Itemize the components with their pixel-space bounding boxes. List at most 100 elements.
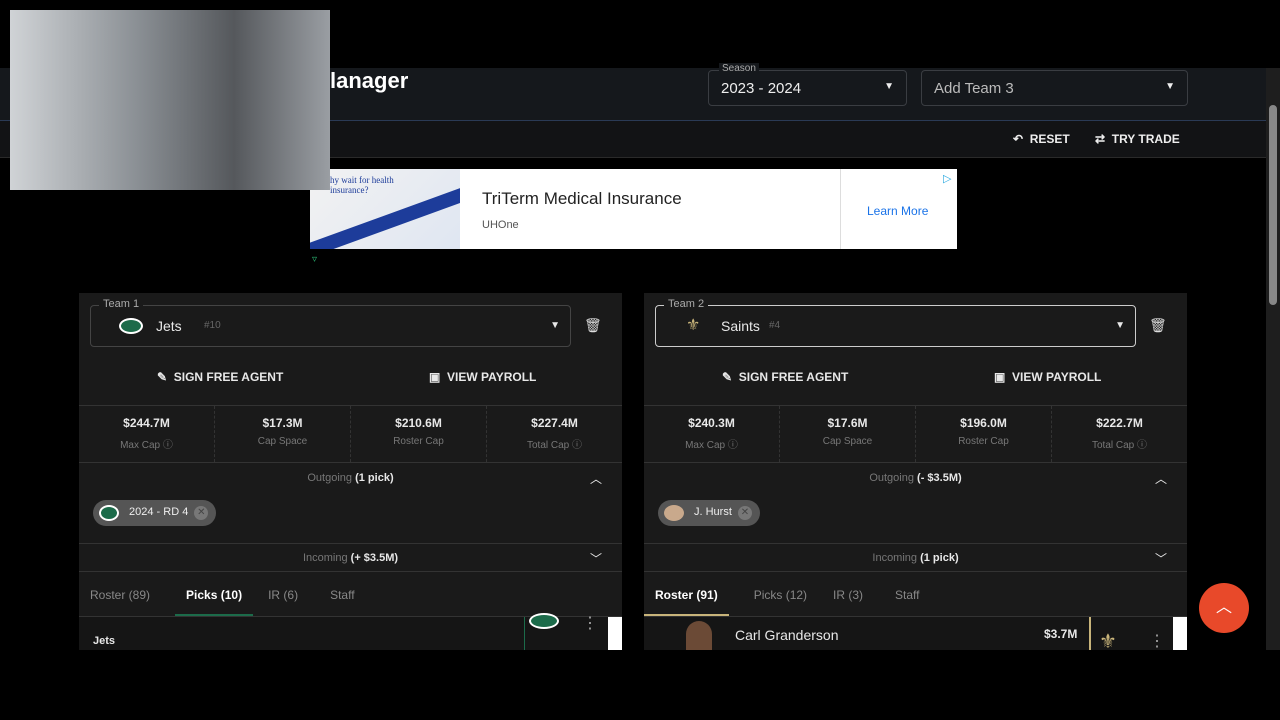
learn-more-link[interactable]: Learn More xyxy=(867,204,928,218)
view-payroll-button[interactable]: ▣ VIEW PAYROLL xyxy=(994,370,1101,384)
season-label: Season xyxy=(719,63,759,74)
team-rank: #4 xyxy=(769,320,781,331)
more-vert-icon[interactable]: ⋮ xyxy=(582,613,598,633)
reset-button[interactable]: ↶ RESET xyxy=(1013,132,1070,146)
undo-icon: ↶ xyxy=(1013,132,1024,146)
stat-total-cap: $227.4M Total Cap ⓘ xyxy=(526,416,583,451)
payroll-icon: ▣ xyxy=(429,370,441,384)
remove-chip-icon[interactable]: ✕ xyxy=(194,506,209,520)
team-label: Team 1 xyxy=(99,298,144,310)
season-select[interactable]: Season 2023 - 2024 ▼ xyxy=(708,63,907,106)
team-name: Saints xyxy=(721,318,760,334)
payroll-icon: ▣ xyxy=(994,370,1006,384)
incoming-header[interactable]: Incoming (1 pick) ﹀ xyxy=(644,543,1187,572)
sign-free-agent-button[interactable]: ✎ SIGN FREE AGENT xyxy=(722,370,848,384)
list-item[interactable]: Jets ⋮ xyxy=(79,613,622,650)
app-title: lanager xyxy=(330,68,409,93)
letterbox xyxy=(0,650,1280,720)
document-icon: ✎ xyxy=(157,370,168,384)
sign-label: SIGN FREE AGENT xyxy=(173,370,284,384)
scroll-top-button[interactable]: ︿ xyxy=(1199,583,1249,633)
fleur-de-lis-icon: ⚜ xyxy=(1099,631,1117,650)
stat-cap-space: $17.6M Cap Space xyxy=(780,406,916,462)
info-icon[interactable]: ⓘ xyxy=(728,440,738,451)
jets-logo-icon xyxy=(529,613,559,629)
swap-icon: ⇄ xyxy=(1095,132,1106,146)
ad-advertiser: UHOne xyxy=(482,219,519,231)
info-icon[interactable]: ⓘ xyxy=(572,440,582,451)
chevron-down-icon: ﹀ xyxy=(589,552,602,566)
scrollbar[interactable] xyxy=(1173,617,1187,650)
chevron-up-icon: ︿ xyxy=(1215,599,1232,616)
season-value: 2023 - 2024 xyxy=(721,80,802,97)
stat-cap-space: $17.3M Cap Space xyxy=(215,406,351,462)
ad-image-text: hy wait for health insurance? xyxy=(330,175,394,195)
player-avatar xyxy=(686,621,712,650)
add-team-placeholder: Add Team 3 xyxy=(934,80,1014,97)
trash-icon[interactable]: 🗑 xyxy=(584,317,602,334)
player-name: Carl Granderson xyxy=(735,627,839,643)
filter-icon: ▿ xyxy=(312,254,318,265)
tab-staff[interactable]: Staff xyxy=(884,573,930,616)
team-rank: #10 xyxy=(204,320,221,331)
remove-chip-icon[interactable]: ✕ xyxy=(737,506,752,520)
ad-image: hy wait for health insurance? xyxy=(310,169,460,249)
team-1-panel: Team 1 Jets #10 ▼ 🗑 ✎ SIGN FREE AGENT ▣ … xyxy=(79,293,622,650)
payroll-label: VIEW PAYROLL xyxy=(1012,370,1102,384)
outgoing-chip: 2024 - RD 4 ✕ xyxy=(93,500,217,526)
jets-logo-icon xyxy=(99,505,119,521)
info-icon[interactable]: ⓘ xyxy=(1137,440,1147,451)
tab-staff[interactable]: Staff xyxy=(319,573,365,616)
scrollbar[interactable] xyxy=(608,617,622,650)
tab-roster[interactable]: Roster (89) xyxy=(79,573,161,616)
team-2-tabs: Roster (91) Picks (12) IR (3) Staff xyxy=(644,573,1187,617)
ad-banner[interactable]: hy wait for health insurance? TriTerm Me… xyxy=(310,169,957,249)
trash-icon[interactable]: 🗑 xyxy=(1149,317,1167,334)
player-cap-hit: $3.7M xyxy=(1044,627,1078,641)
outgoing-header[interactable]: Outgoing (1 pick) ︿ xyxy=(79,464,622,493)
team-1-tabs: Roster (89) Picks (10) IR (6) Staff xyxy=(79,573,622,617)
outgoing-header[interactable]: Outgoing (- $3.5M) ︿ xyxy=(644,464,1187,493)
row-label: Jets xyxy=(93,635,116,647)
cap-stats: $244.7M Max Cap ⓘ $17.3M Cap Space $210.6M… xyxy=(79,405,622,463)
chevron-down-icon: ﹀ xyxy=(1154,552,1167,566)
tab-picks[interactable]: Picks (10) xyxy=(175,573,254,616)
webcam-overlay xyxy=(10,10,330,190)
stat-roster-cap: $196.0M Roster Cap xyxy=(916,406,1052,462)
tab-roster[interactable]: Roster (91) xyxy=(644,573,729,616)
team-2-select[interactable]: Team 2 ⚜ Saints #4 ▼ xyxy=(655,298,1136,347)
info-icon[interactable]: ⓘ xyxy=(163,440,173,451)
stat-max-cap: $244.7M Max Cap ⓘ xyxy=(79,406,215,462)
tab-ir[interactable]: IR (6) xyxy=(257,573,309,616)
tab-ir[interactable]: IR (3) xyxy=(822,573,874,616)
incoming-header[interactable]: Incoming (+ $3.5M) ﹀ xyxy=(79,543,622,572)
ad-choices-icon[interactable]: ▷ xyxy=(943,172,951,185)
sign-label: SIGN FREE AGENT xyxy=(738,370,849,384)
sign-free-agent-button[interactable]: ✎ SIGN FREE AGENT xyxy=(157,370,283,384)
more-vert-icon[interactable]: ⋮ xyxy=(1149,631,1165,650)
payroll-label: VIEW PAYROLL xyxy=(447,370,537,384)
team-name: Jets xyxy=(156,318,182,334)
jets-logo-icon xyxy=(119,318,143,334)
scrollbar-thumb[interactable] xyxy=(1269,105,1277,305)
try-trade-label: TRY TRADE xyxy=(1111,132,1180,146)
player-avatar xyxy=(664,505,684,521)
cap-stats: $240.3M Max Cap ⓘ $17.6M Cap Space $196.0M… xyxy=(644,405,1187,463)
team-1-select[interactable]: Team 1 Jets #10 ▼ xyxy=(90,298,571,347)
add-team-select[interactable]: Add Team 3 ▼ xyxy=(921,70,1188,106)
try-trade-button[interactable]: ⇄ TRY TRADE xyxy=(1095,132,1180,146)
caret-down-icon: ▼ xyxy=(1115,320,1125,331)
stat-total-cap: $222.7M Total Cap ⓘ xyxy=(1091,416,1148,451)
document-icon: ✎ xyxy=(722,370,733,384)
caret-down-icon: ▼ xyxy=(550,320,560,331)
fleur-de-lis-icon: ⚜ xyxy=(686,317,701,334)
view-payroll-button[interactable]: ▣ VIEW PAYROLL xyxy=(429,370,536,384)
tab-picks[interactable]: Picks (12) xyxy=(743,573,818,616)
chevron-up-icon: ︿ xyxy=(1154,472,1167,486)
caret-down-icon: ▼ xyxy=(1165,81,1175,92)
stat-max-cap: $240.3M Max Cap ⓘ xyxy=(644,406,780,462)
list-item[interactable]: Carl Granderson $3.7M ⚜ ⋮ xyxy=(644,617,1187,650)
team-2-panel: Team 2 ⚜ Saints #4 ▼ 🗑 ✎ SIGN FREE AGENT… xyxy=(644,293,1187,650)
outgoing-chip: J. Hurst ✕ xyxy=(658,500,760,526)
reset-label: RESET xyxy=(1029,132,1070,146)
